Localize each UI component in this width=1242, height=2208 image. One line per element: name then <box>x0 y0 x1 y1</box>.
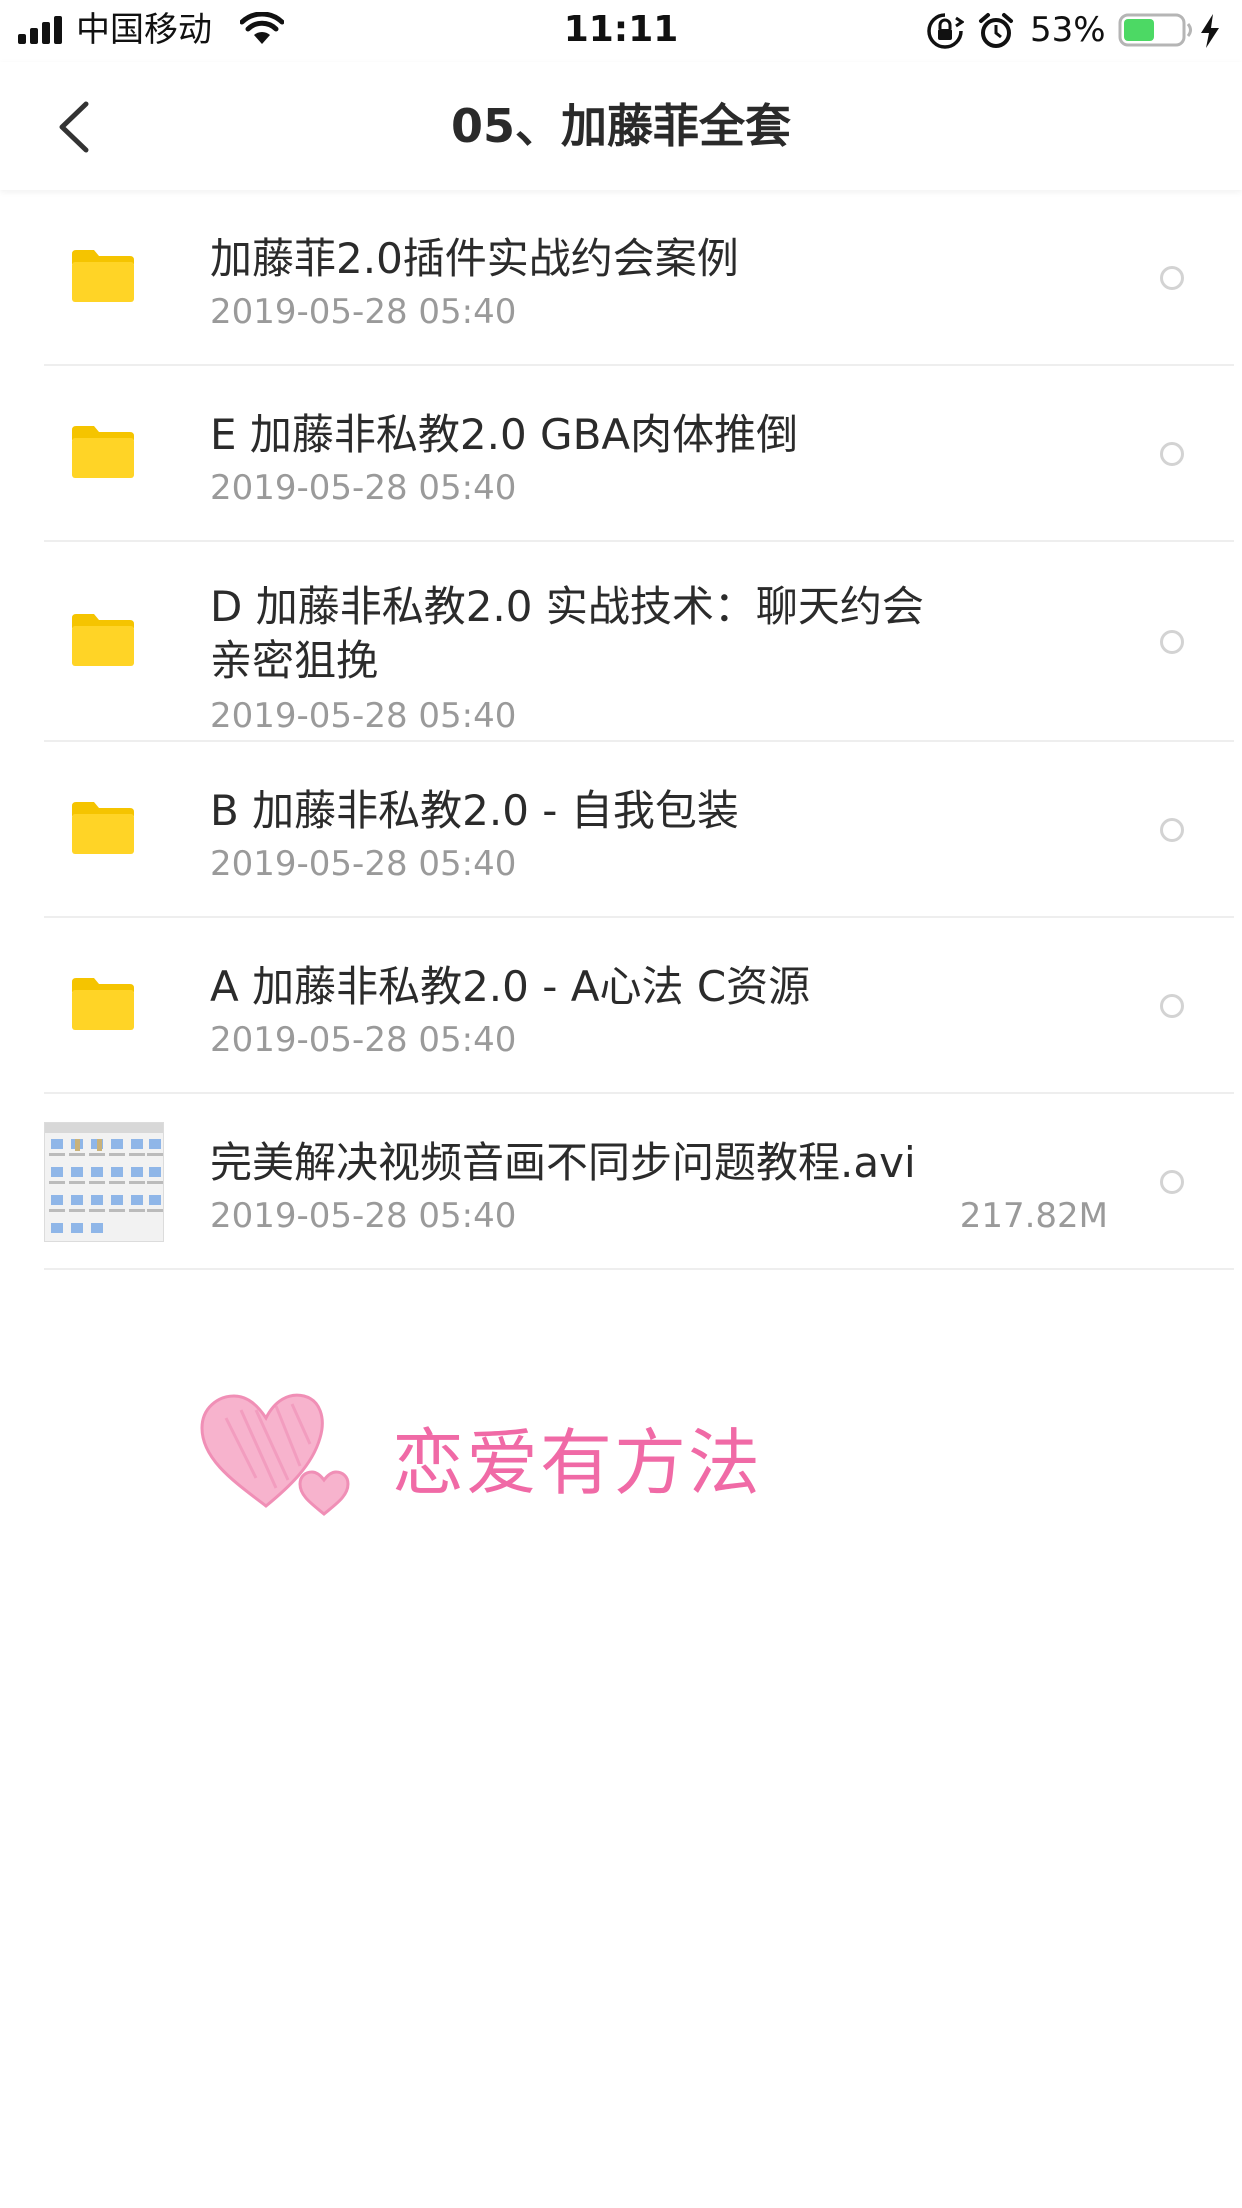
select-radio[interactable] <box>1160 630 1184 654</box>
file-date: 2019-05-28 05:40 <box>210 468 517 508</box>
file-name-line-1: D 加藤非私教2.0 实战技术：聊天约会 <box>210 582 924 631</box>
page-title: 05、加藤菲全套 <box>450 99 791 153</box>
file-date: 2019-05-28 05:40 <box>210 696 517 736</box>
file-name: 完美解决视频音画不同步问题教程.avi <box>210 1138 916 1187</box>
folder-icon <box>72 614 134 666</box>
file-date: 2019-05-28 05:40 <box>210 1020 517 1060</box>
list-item[interactable]: 加藤菲2.0插件实战约会案例 2019-05-28 05:40 <box>0 190 1242 366</box>
watermark-text: 恋爱有方法 <box>392 1421 763 1505</box>
folder-icon <box>72 978 134 1030</box>
select-radio[interactable] <box>1160 818 1184 842</box>
folder-icon <box>72 802 134 854</box>
list-item[interactable]: D 加藤非私教2.0 实战技术：聊天约会 亲密狙挽 2019-05-28 05:… <box>0 542 1242 742</box>
file-list: 加藤菲2.0插件实战约会案例 2019-05-28 05:40 E 加藤非私教2… <box>0 190 1242 1270</box>
charging-icon <box>1201 14 1219 48</box>
file-date: 2019-05-28 05:40 <box>210 292 517 332</box>
video-thumbnail-grid <box>45 1123 163 1233</box>
file-date: 2019-05-28 05:40 <box>210 1196 517 1236</box>
watermark: 恋爱有方法 <box>196 1388 796 1528</box>
file-name: 加藤菲2.0插件实战约会案例 <box>210 234 739 283</box>
file-name: E 加藤非私教2.0 GBA肉体推倒 <box>210 410 799 459</box>
select-radio[interactable] <box>1160 1170 1184 1194</box>
file-size: 217.82M <box>959 1196 1108 1236</box>
orientation-lock-icon <box>927 13 964 49</box>
navigation-bar: 05、加藤菲全套 <box>0 62 1242 190</box>
alarm-icon <box>979 13 1013 48</box>
battery-icon <box>1118 13 1192 47</box>
select-radio[interactable] <box>1160 994 1184 1018</box>
heart-icon <box>200 1393 350 1516</box>
list-item[interactable]: 完美解决视频音画不同步问题教程.avi 2019-05-28 05:40 217… <box>0 1094 1242 1270</box>
select-radio[interactable] <box>1160 442 1184 466</box>
file-date: 2019-05-28 05:40 <box>210 844 517 884</box>
folder-icon <box>72 250 134 302</box>
file-name-line-2: 亲密狙挽 <box>210 636 379 685</box>
video-thumbnail <box>44 1122 164 1242</box>
status-bar: 中国移动 11:11 53% <box>0 0 1242 62</box>
select-radio[interactable] <box>1160 266 1184 290</box>
folder-icon <box>72 426 134 478</box>
chevron-left-icon[interactable] <box>40 92 110 162</box>
list-item[interactable]: A 加藤非私教2.0 - A心法 C资源 2019-05-28 05:40 <box>0 918 1242 1094</box>
file-name: B 加藤非私教2.0 - 自我包装 <box>210 786 739 835</box>
list-item[interactable]: B 加藤非私教2.0 - 自我包装 2019-05-28 05:40 <box>0 742 1242 918</box>
battery-percent: 53% <box>1030 10 1106 50</box>
file-name: A 加藤非私教2.0 - A心法 C资源 <box>210 962 811 1011</box>
list-item[interactable]: E 加藤非私教2.0 GBA肉体推倒 2019-05-28 05:40 <box>0 366 1242 542</box>
